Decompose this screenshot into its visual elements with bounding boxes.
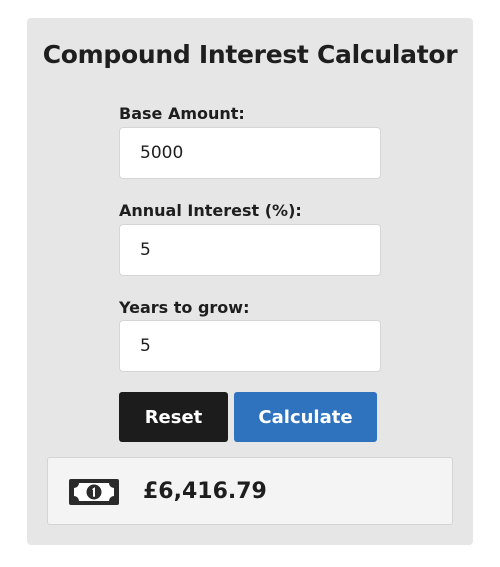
annual-interest-label: Annual Interest (%): xyxy=(119,201,302,220)
calculator-card: Compound Interest Calculator Base Amount… xyxy=(27,18,473,545)
years-label: Years to grow: xyxy=(119,298,250,317)
calculate-button[interactable]: Calculate xyxy=(234,392,377,442)
base-amount-input[interactable] xyxy=(119,127,381,179)
result-value: £6,416.79 xyxy=(143,479,267,504)
annual-interest-input[interactable] xyxy=(119,224,381,276)
reset-button[interactable]: Reset xyxy=(119,392,228,442)
result-panel: £6,416.79 xyxy=(47,457,453,525)
base-amount-label: Base Amount: xyxy=(119,104,245,123)
page-title: Compound Interest Calculator xyxy=(42,40,458,69)
years-input[interactable] xyxy=(119,320,381,372)
money-bill-icon xyxy=(69,479,119,505)
